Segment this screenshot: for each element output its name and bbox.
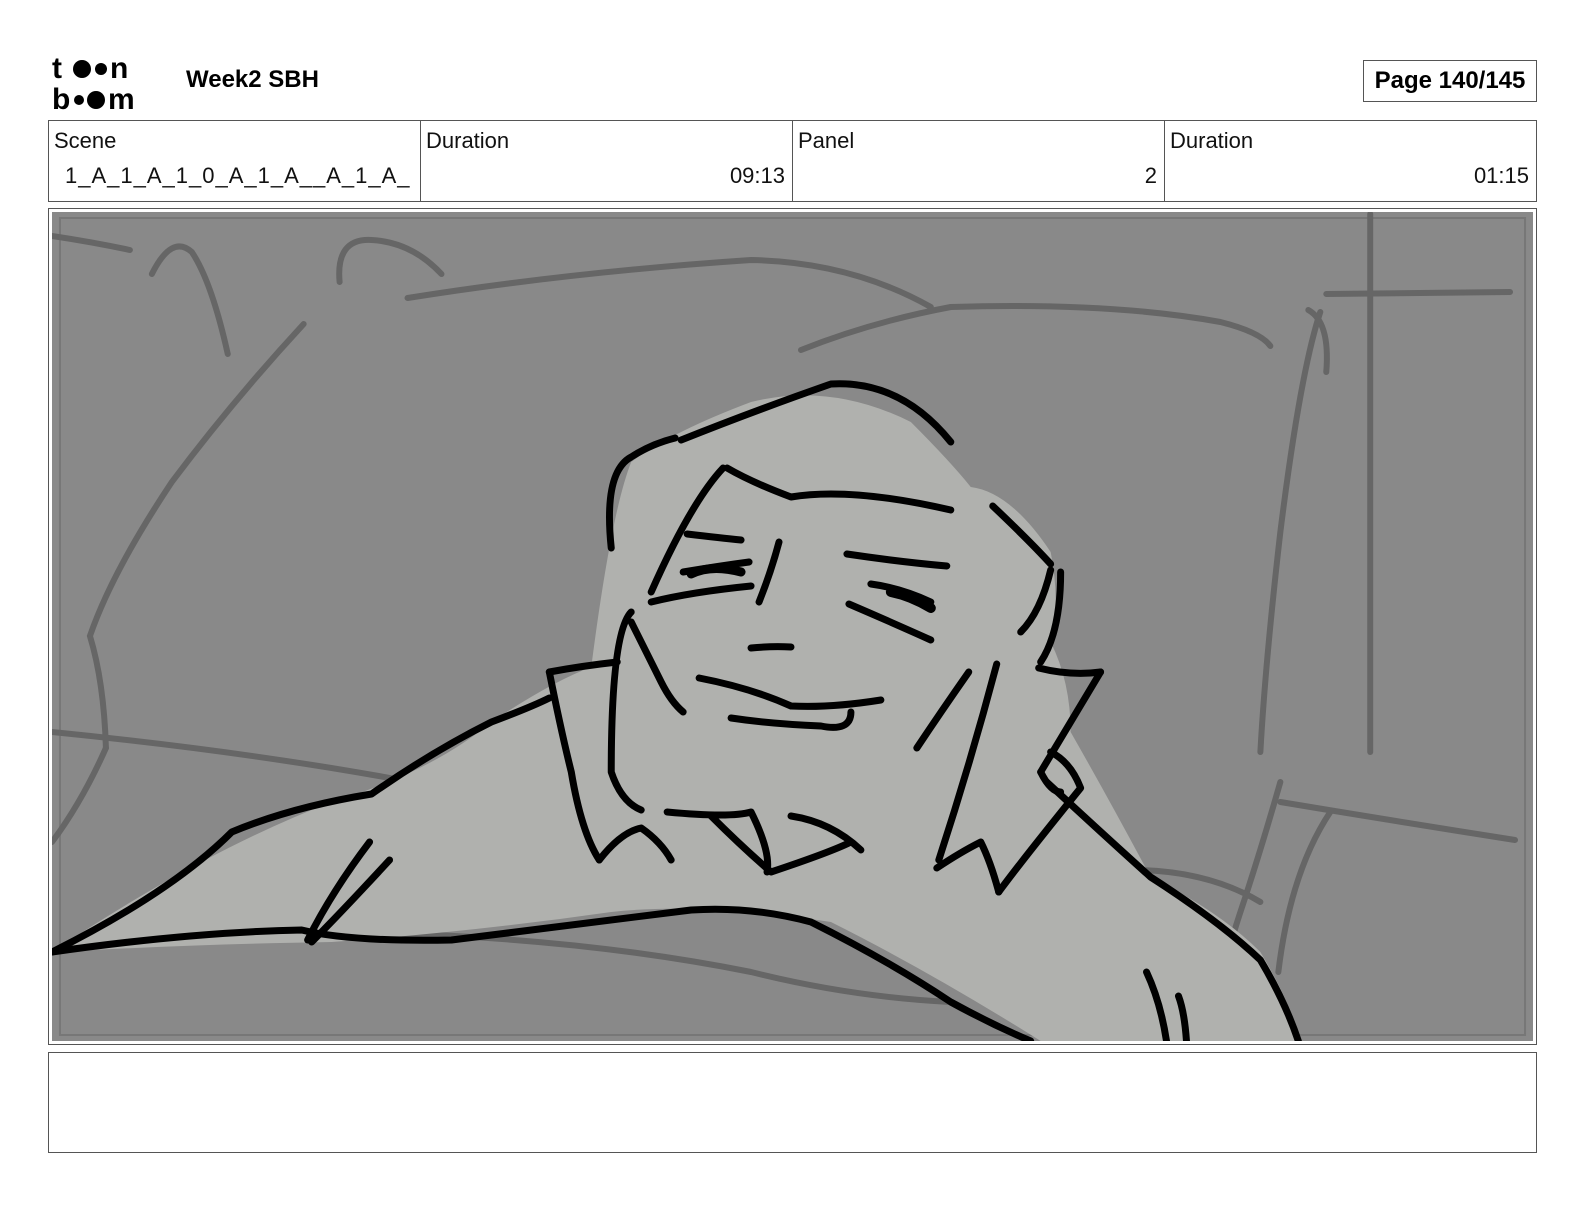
scene-label: Scene (54, 128, 117, 153)
storyboard-panel (48, 208, 1537, 1045)
page-label: Page 140/145 (1374, 67, 1526, 94)
scene-cell: Scene 1_A_1_A_1_0_A_1_A__A_1_A_ (49, 121, 421, 201)
panel-value: 2 (1144, 163, 1157, 188)
svg-text:t: t (52, 52, 62, 85)
scene-duration-label: Duration (426, 128, 510, 153)
scene-value: 1_A_1_A_1_0_A_1_A__A_1_A_ (65, 163, 411, 188)
panel-cell: Panel 2 (793, 121, 1165, 201)
svg-text:b: b (52, 83, 70, 112)
page-indicator: Page 140/145 (1363, 60, 1537, 102)
panel-sketch-image (52, 212, 1533, 1041)
svg-text:m: m (108, 83, 135, 112)
panel-duration-value: 01:15 (1473, 163, 1529, 188)
panel-duration-label: Duration (1170, 128, 1254, 153)
scene-duration-cell: Duration 09:13 (421, 121, 793, 201)
project-title: Week2 SBH (186, 66, 319, 93)
panel-label: Panel (798, 128, 855, 153)
panel-info-table: Scene 1_A_1_A_1_0_A_1_A__A_1_A_ Duration… (48, 120, 1537, 202)
scene-duration-value: 09:13 (729, 163, 785, 188)
svg-text:n: n (110, 52, 128, 85)
toon-boom-logo: t n b m (52, 52, 164, 116)
panel-notes-box (48, 1052, 1537, 1153)
panel-duration-cell: Duration 01:15 (1165, 121, 1536, 201)
